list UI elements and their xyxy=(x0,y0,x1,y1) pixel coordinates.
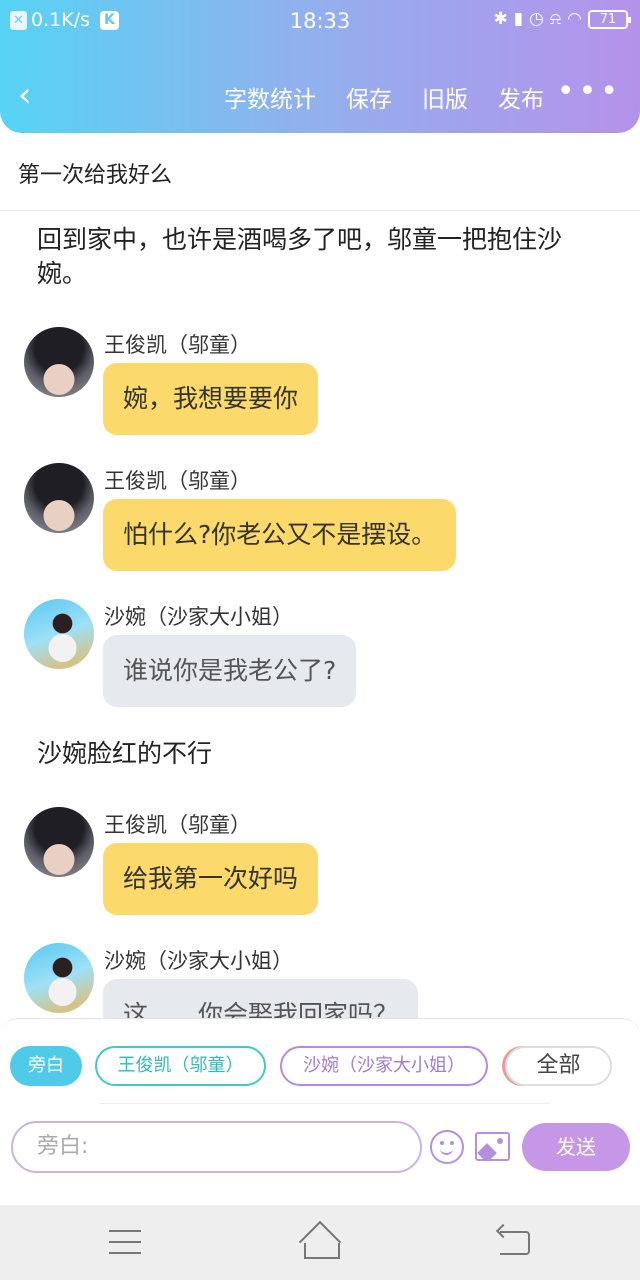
composer-panel: 旁白 王俊凯（邬童） 沙婉（沙家大小姐） 全部 旁白: 发送 xyxy=(0,1018,640,1176)
role-chip-sha-wan[interactable]: 沙婉（沙家大小姐） xyxy=(280,1046,488,1086)
message-input[interactable]: 旁白: xyxy=(11,1121,422,1173)
alarm-icon: ◷ xyxy=(529,9,544,29)
role-chip-narrator[interactable]: 旁白 xyxy=(10,1046,82,1086)
speaker-name: 沙婉（沙家大小姐） xyxy=(104,949,293,973)
send-button[interactable]: 发送 xyxy=(522,1123,630,1171)
back-icon[interactable]: ‹ xyxy=(18,76,48,114)
menu-icon[interactable] xyxy=(109,1230,141,1254)
avatar[interactable] xyxy=(24,327,94,397)
chat-bubble[interactable]: 婉，我想要要你 xyxy=(103,363,319,435)
avatar[interactable] xyxy=(24,599,94,669)
status-right: ✱ ▮ ◷ ⍾ ◠ 71 xyxy=(493,9,631,29)
role-selector: 旁白 王俊凯（邬童） 沙婉（沙家大小姐） 全部 xyxy=(10,1046,630,1086)
speaker-name: 王俊凯（邬童） xyxy=(104,333,251,357)
chat-bubble[interactable]: 谁说你是我老公了? xyxy=(103,635,357,707)
image-icon[interactable] xyxy=(475,1132,510,1161)
title-divider xyxy=(0,210,640,211)
save-button[interactable]: 保存 xyxy=(346,80,392,114)
old-version-button[interactable]: 旧版 xyxy=(422,80,468,114)
system-nav-bar xyxy=(0,1205,640,1280)
bluetooth-icon: ✱ xyxy=(493,9,508,29)
header-actions: 字数统计 保存 旧版 发布 xyxy=(224,80,544,114)
chat-bubble[interactable]: 怕什么?你老公又不是摆设。 xyxy=(103,499,457,571)
all-roles-button[interactable]: 全部 xyxy=(505,1046,612,1086)
home-icon[interactable] xyxy=(298,1225,342,1259)
narration-text[interactable]: 回到家中，也许是酒喝多了吧，邬童一把抱住沙婉。 xyxy=(37,223,597,291)
wifi-icon: ◠ xyxy=(567,9,582,29)
speaker-name: 王俊凯（邬童） xyxy=(104,469,251,493)
publish-button[interactable]: 发布 xyxy=(498,80,544,114)
avatar[interactable] xyxy=(24,943,94,1013)
speaker-name: 王俊凯（邬童） xyxy=(104,813,251,837)
narration-text[interactable]: 沙婉脸红的不行 xyxy=(37,737,597,771)
speaker-name: 沙婉（沙家大小姐） xyxy=(104,605,293,629)
header-bar: ✕ 0.1K/s K 18:33 ✱ ▮ ◷ ⍾ ◠ 71 ‹ 字数统计 保存 … xyxy=(0,0,640,133)
page-title[interactable]: 第一次给我好么 xyxy=(18,157,172,189)
divider xyxy=(100,1103,550,1104)
more-icon[interactable]: ••• xyxy=(557,74,622,109)
nav-row: ‹ 字数统计 保存 旧版 发布 ••• xyxy=(0,70,640,122)
role-chip-wang-junkai[interactable]: 王俊凯（邬童） xyxy=(95,1046,266,1086)
avatar[interactable] xyxy=(24,807,94,877)
vibrate-icon: ▮ xyxy=(513,9,524,29)
word-count-button[interactable]: 字数统计 xyxy=(224,80,316,114)
status-bar: ✕ 0.1K/s K 18:33 ✱ ▮ ◷ ⍾ ◠ 71 xyxy=(0,0,640,44)
chat-bubble[interactable]: 给我第一次好吗 xyxy=(103,843,319,915)
battery-icon: 71 xyxy=(588,9,631,29)
mute-icon: ⍾ xyxy=(549,9,562,29)
avatar[interactable] xyxy=(24,463,94,533)
emoji-icon[interactable] xyxy=(430,1130,464,1164)
return-icon[interactable] xyxy=(500,1231,530,1255)
